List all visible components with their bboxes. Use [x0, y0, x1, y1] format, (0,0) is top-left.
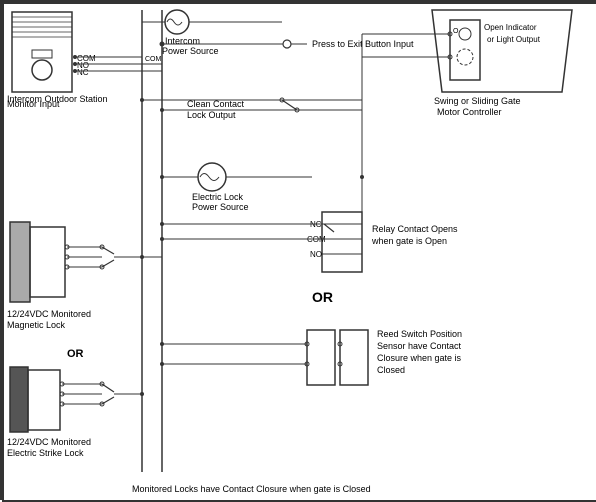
- svg-text:OR: OR: [67, 348, 84, 360]
- svg-text:NO: NO: [310, 250, 322, 259]
- svg-text:Magnetic Lock: Magnetic Lock: [7, 320, 66, 330]
- svg-text:Electric Strike Lock: Electric Strike Lock: [7, 448, 84, 458]
- svg-text:Press to Exit Button Input: Press to Exit Button Input: [312, 39, 414, 49]
- svg-text:O: O: [453, 28, 459, 35]
- svg-text:OR: OR: [312, 289, 333, 305]
- svg-text:12/24VDC Monitored: 12/24VDC Monitored: [7, 309, 91, 319]
- svg-text:when gate is Open: when gate is Open: [371, 236, 447, 246]
- svg-text:Power Source: Power Source: [162, 46, 219, 56]
- svg-text:or Light Output: or Light Output: [487, 35, 541, 44]
- svg-text:Sensor have Contact: Sensor have Contact: [377, 341, 462, 351]
- svg-text:Reed Switch Position: Reed Switch Position: [377, 329, 462, 339]
- intercom-outdoor-label: Intercom Outdoor Station: [7, 94, 108, 105]
- svg-text:Relay Contact Opens: Relay Contact Opens: [372, 224, 458, 234]
- svg-text:Electric Lock: Electric Lock: [192, 192, 244, 202]
- svg-text:Open Indicator: Open Indicator: [484, 23, 537, 32]
- wiring-diagram: Monitor Input COM NO NC Intercom Power S…: [0, 0, 596, 500]
- svg-text:NC: NC: [77, 68, 89, 77]
- svg-text:COM: COM: [145, 56, 162, 63]
- svg-text:Swing or Sliding Gate: Swing or Sliding Gate: [434, 96, 521, 106]
- svg-text:Closed: Closed: [377, 365, 405, 375]
- svg-text:Monitored Locks have Contact C: Monitored Locks have Contact Closure whe…: [132, 484, 371, 494]
- svg-text:Lock Output: Lock Output: [187, 110, 236, 120]
- svg-text:Closure when gate is: Closure when gate is: [377, 353, 462, 363]
- svg-text:Motor Controller: Motor Controller: [437, 107, 502, 117]
- svg-text:Power Source: Power Source: [192, 202, 249, 212]
- svg-text:12/24VDC Monitored: 12/24VDC Monitored: [7, 437, 91, 447]
